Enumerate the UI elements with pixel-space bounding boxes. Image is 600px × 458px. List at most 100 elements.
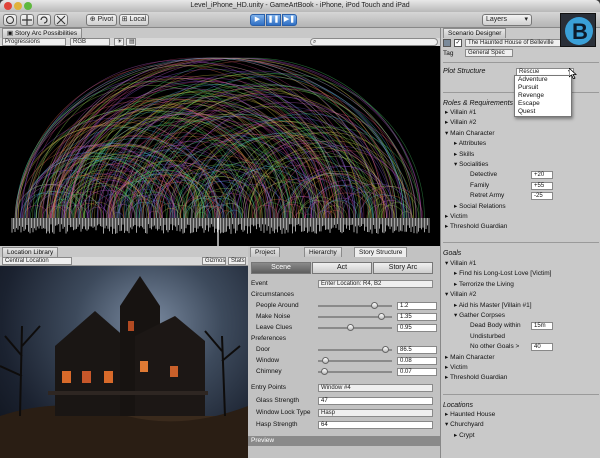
tab-story-arc[interactable]: ▣ Story Arc Possibilities: [2, 28, 83, 38]
plot-option-pursuit[interactable]: Pursuit: [518, 84, 571, 92]
tree-item[interactable]: No other Goals > 40: [445, 342, 553, 352]
slider-track[interactable]: [318, 357, 392, 364]
progressions-dropdown[interactable]: Progressions: [2, 38, 66, 46]
close-window-button[interactable]: [4, 2, 12, 10]
image-toggle[interactable]: ▤: [126, 38, 136, 46]
layers-dropdown[interactable]: Layers ▾: [482, 14, 532, 26]
slider-value-field[interactable]: 0.07: [397, 368, 437, 376]
gizmos-button[interactable]: Gizmos: [202, 257, 226, 265]
value-field[interactable]: +20: [531, 171, 553, 180]
tree-item[interactable]: ▸ Villain #1: [445, 108, 507, 118]
tree-item[interactable]: Family +55: [445, 181, 553, 191]
minimize-window-button[interactable]: [14, 2, 22, 10]
sun-toggle[interactable]: ☀: [114, 38, 124, 46]
slider-track[interactable]: [318, 302, 392, 309]
slider-track[interactable]: [318, 368, 392, 375]
play-button[interactable]: ▶: [250, 14, 265, 26]
slider-knob[interactable]: [346, 324, 354, 331]
tree-item[interactable]: ▸ Terrorize the Living: [445, 280, 551, 290]
move-tool-button[interactable]: [20, 14, 34, 26]
tree-item[interactable]: ▾ Churchyard: [445, 420, 495, 430]
tree-item[interactable]: ▸ Victim: [445, 363, 551, 373]
slider-track[interactable]: [318, 346, 392, 353]
tree-item[interactable]: ▸ Attributes: [445, 139, 507, 149]
rotate-tool-button[interactable]: [37, 14, 51, 26]
scale-tool-button[interactable]: [54, 14, 68, 26]
slider-knob[interactable]: [378, 313, 385, 320]
slider-row: Leave Clues 0.95: [251, 323, 437, 333]
tree-item[interactable]: ▸ Victim: [445, 212, 507, 222]
segment-story-arc[interactable]: Story Arc: [373, 262, 433, 274]
tree-item[interactable]: ▾ Gather Corpses: [445, 311, 551, 321]
hasp-strength-field[interactable]: 64: [318, 421, 433, 429]
tab-hierarchy[interactable]: Hierarchy: [304, 247, 342, 257]
tree-item[interactable]: ▸ Threshold Guardian: [445, 373, 551, 383]
stats-button[interactable]: Stats: [228, 257, 246, 265]
plot-option-revenge[interactable]: Revenge: [518, 92, 571, 100]
tree-item-label: Undisturbed: [470, 332, 506, 340]
tab-story-structure[interactable]: Story Structure: [354, 247, 408, 257]
pause-button[interactable]: ❚❚: [266, 14, 281, 26]
rgb-dropdown[interactable]: RGB: [70, 38, 110, 46]
slider-value-field[interactable]: 86.5: [397, 346, 437, 354]
plot-option-quest[interactable]: Quest: [518, 108, 571, 116]
value-field[interactable]: 40: [531, 343, 553, 352]
value-field[interactable]: 15m: [531, 322, 553, 331]
tag-dropdown[interactable]: General Spec: [465, 49, 513, 57]
local-toggle[interactable]: ⊞ Local: [119, 14, 149, 26]
tree-item[interactable]: ▾ Main Character: [445, 129, 507, 139]
glass-strength-field[interactable]: 47: [318, 397, 433, 405]
slider-knob[interactable]: [371, 302, 378, 309]
slider-track[interactable]: [318, 313, 392, 320]
tab-location-library[interactable]: Location Library: [2, 247, 59, 257]
object-name-field[interactable]: The Haunted House of Belleville: [465, 39, 573, 47]
tree-item[interactable]: ▸ Haunted House: [445, 410, 495, 420]
tree-item[interactable]: ▾ Villain #2: [445, 290, 551, 300]
window-lock-dropdown[interactable]: Hasp: [318, 409, 433, 417]
entry-points-dropdown[interactable]: Window #4: [318, 384, 433, 392]
tree-item[interactable]: Dead Body within 15m: [445, 321, 553, 331]
tab-project[interactable]: Project: [250, 247, 281, 257]
tree-item[interactable]: ▸ Main Character: [445, 353, 551, 363]
slider-knob[interactable]: [381, 346, 389, 353]
tree-item[interactable]: ▾ Villain #1: [445, 259, 551, 269]
active-checkbox[interactable]: ✓: [454, 39, 462, 47]
segment-act[interactable]: Act: [312, 262, 372, 274]
tree-item-label: Social Relations: [459, 202, 506, 210]
slider-knob[interactable]: [322, 357, 329, 364]
slider-value-field[interactable]: 1.2: [397, 302, 437, 310]
step-button[interactable]: ▶❚: [282, 14, 297, 26]
tree-item[interactable]: ▾ Socialities: [445, 160, 507, 170]
search-input[interactable]: ⌕: [310, 38, 438, 46]
haunted-house-viewport[interactable]: [0, 266, 248, 458]
circumstances-header: Circumstances: [251, 291, 294, 298]
slider-value-field[interactable]: 0.08: [397, 357, 437, 365]
tree-item[interactable]: ▸ Social Relations: [445, 202, 507, 212]
event-dropdown[interactable]: Enter Location: R4, B2: [318, 280, 433, 288]
hand-tool-button[interactable]: [3, 14, 17, 26]
slider-track[interactable]: [318, 324, 392, 331]
tree-item[interactable]: ▸ Aid his Master [Villain #1]: [445, 301, 551, 311]
plot-option-escape[interactable]: Escape: [518, 100, 571, 108]
central-location-dropdown[interactable]: Central Location: [2, 257, 72, 265]
tree-item[interactable]: ▸ Crypt: [445, 431, 495, 441]
slider-value-field[interactable]: 0.95: [397, 324, 437, 332]
tree-item[interactable]: Retret Army -25: [445, 191, 553, 201]
slider-value-field[interactable]: 1.35: [397, 313, 437, 321]
segment-scene[interactable]: Scene: [251, 262, 311, 274]
tree-item[interactable]: ▸ Find his Long-Lost Love [Victim]: [445, 269, 551, 279]
plot-option-adventure[interactable]: Adventure: [518, 76, 571, 84]
pivot-toggle[interactable]: ⊕ Pivot: [86, 14, 117, 26]
preview-header[interactable]: Preview: [248, 436, 440, 446]
value-field[interactable]: +55: [531, 181, 553, 190]
tree-item[interactable]: ▸ Villain #2: [445, 118, 507, 128]
slider-knob[interactable]: [320, 368, 328, 375]
tree-item[interactable]: Detective +20: [445, 170, 553, 180]
tree-item[interactable]: ▸ Skills: [445, 150, 507, 160]
value-field[interactable]: -25: [531, 192, 553, 201]
tree-item[interactable]: ▸ Threshold Guardian: [445, 222, 507, 232]
story-arc-graph[interactable]: [0, 46, 440, 246]
zoom-window-button[interactable]: [24, 2, 32, 10]
tab-scenario-designer[interactable]: Scenario Designer: [443, 28, 507, 38]
tree-item[interactable]: Undisturbed: [445, 332, 551, 342]
